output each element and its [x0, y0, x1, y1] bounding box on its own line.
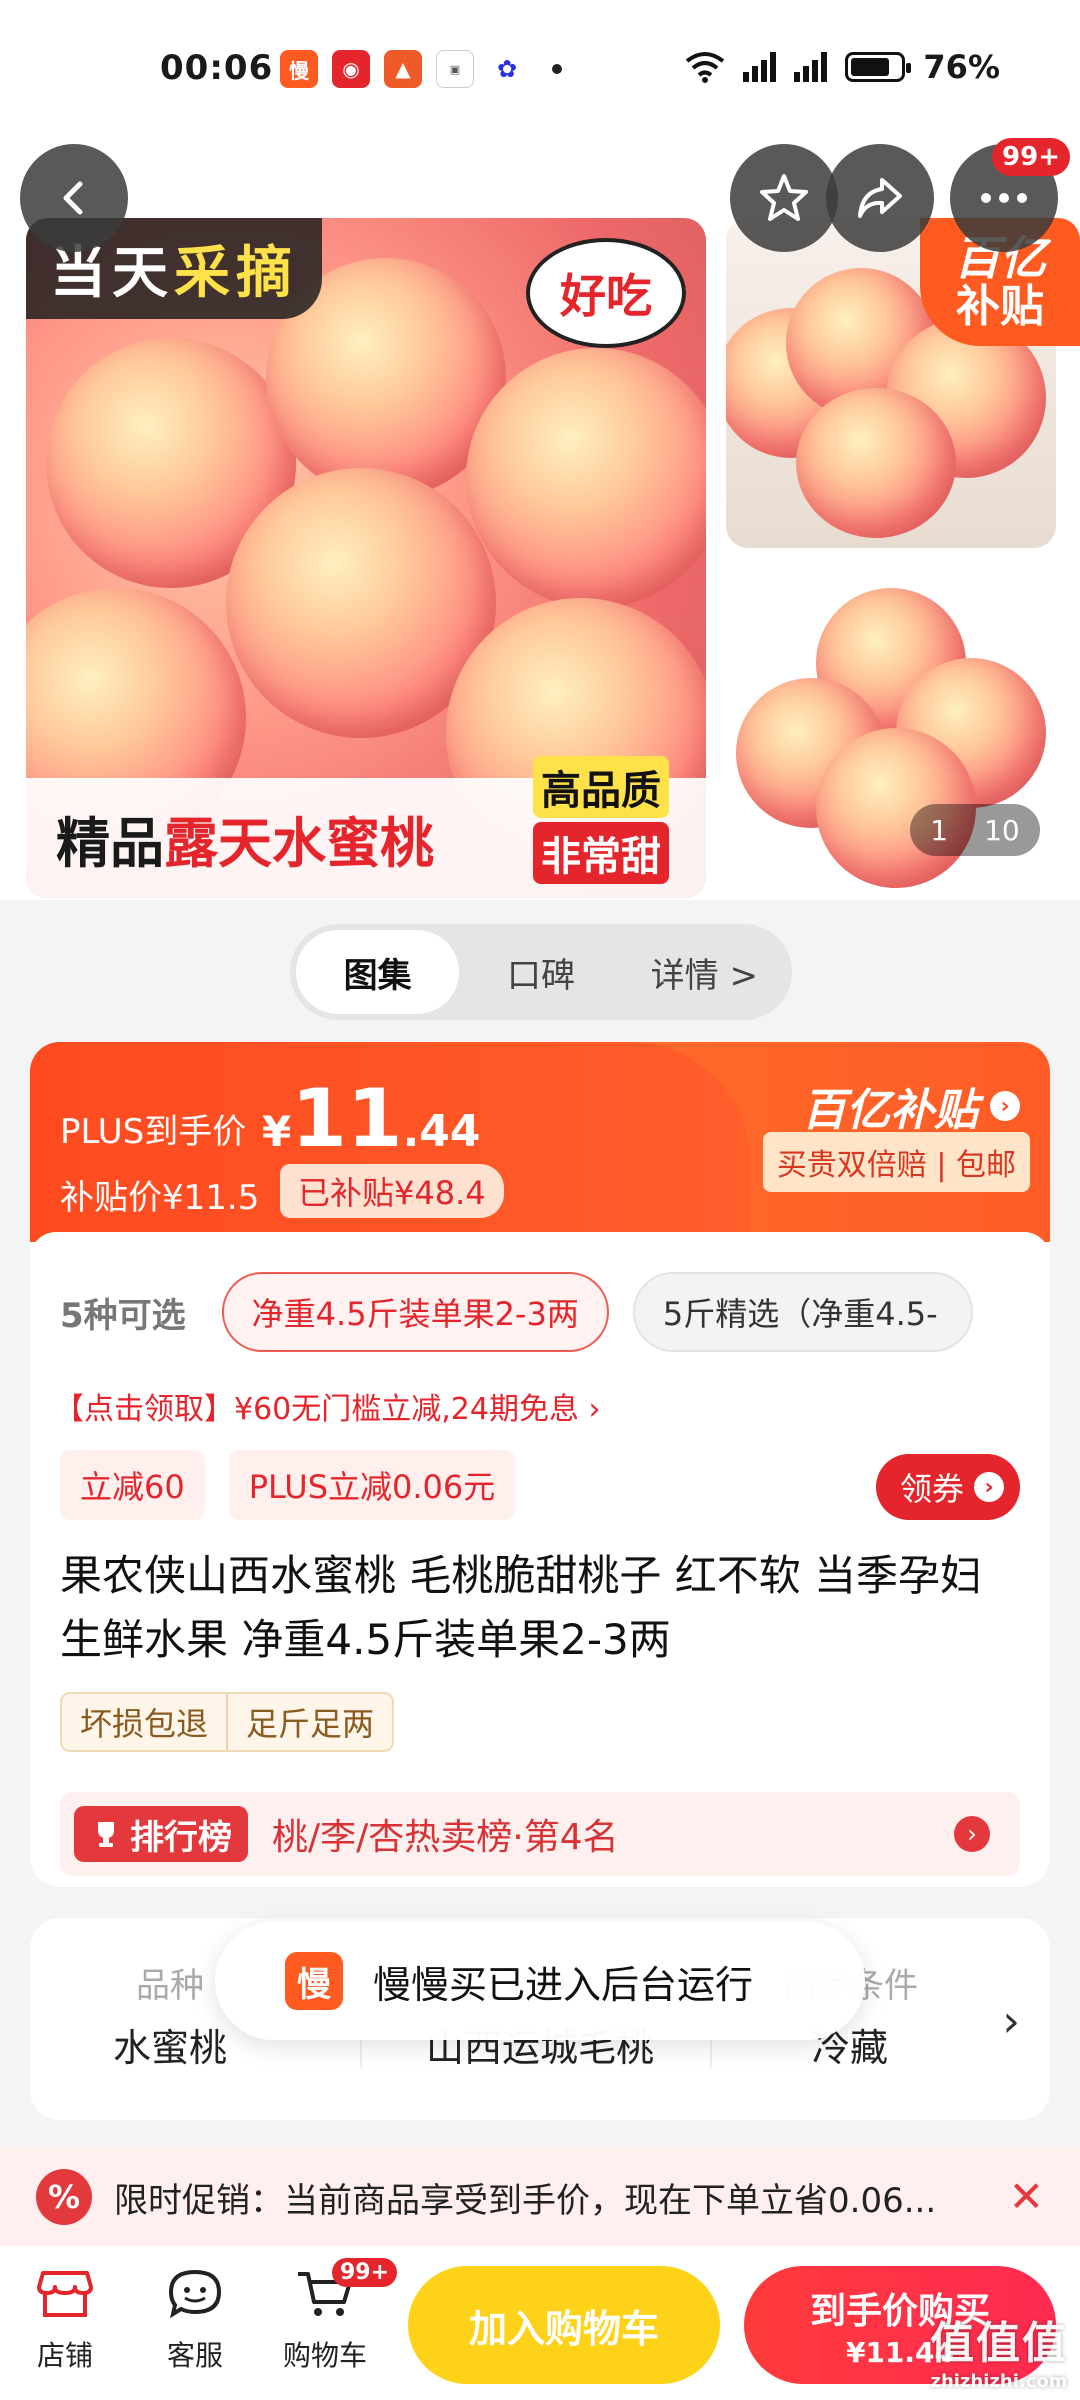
service-tag: 足斤足两	[226, 1694, 392, 1750]
subsidy-brand-link[interactable]: 百亿补贴 ›	[802, 1074, 1020, 1138]
image-gallery[interactable]: 当天采摘 好吃 精品 露天水蜜桃 高品质 非常甜 百亿 补贴 1 10 99+	[0, 138, 1080, 900]
share-icon	[858, 178, 902, 218]
peach-shape	[796, 388, 956, 538]
close-icon[interactable]: ✕	[1009, 2172, 1044, 2221]
back-button[interactable]	[20, 144, 128, 252]
product-title: 果农侠山西水蜜桃 毛桃脆甜桃子 红不软 当季孕妇生鲜水果 净重4.5斤装单果2-…	[60, 1551, 983, 1664]
cart-badge: 99+	[332, 2258, 398, 2287]
chevron-left-icon	[63, 181, 83, 215]
spec-count[interactable]: 5种可选	[60, 1288, 186, 1337]
chat-smile-icon	[168, 2269, 222, 2319]
chevron-right-icon: ›	[990, 1091, 1020, 1121]
signal-1-icon	[743, 52, 777, 82]
chevron-right-icon: ›	[974, 1472, 1004, 1502]
discount-tag: 立减60	[60, 1450, 205, 1520]
chevron-right-icon: ›	[954, 1816, 990, 1852]
message-badge: 99+	[992, 138, 1070, 176]
add-to-cart-button[interactable]: 加入购物车	[408, 2266, 720, 2384]
price-card: PLUS到手价 ¥11.44 补贴价¥11.5 已补贴¥48.4 百亿补贴 › 买…	[30, 1042, 1050, 1887]
plus-price: ¥11.44	[262, 1072, 481, 1165]
plus-discount-tag: PLUS立减0.06元	[228, 1450, 516, 1520]
ranking-row[interactable]: 排行榜 桃/李/杏热卖榜·第4名 ›	[60, 1792, 1020, 1876]
tab-reviews[interactable]: 口碑	[459, 930, 622, 1014]
store-icon	[37, 2271, 93, 2317]
spec-selector: 5种可选 净重4.5斤装单果2-3两 5斤精选（净重4.5-	[60, 1272, 973, 1352]
duck-notification-icon: ▲	[384, 50, 422, 88]
peach-shape	[466, 348, 706, 608]
tab-details[interactable]: 详情 >	[623, 930, 786, 1014]
tasty-burst-tag: 好吃	[526, 238, 686, 348]
status-time: 00:06	[160, 48, 274, 88]
cart-button[interactable]: 99+ 购物车	[270, 2258, 398, 2374]
service-tag: 坏损包退	[80, 1705, 209, 1743]
guarantee-tag: 买贵双倍赔 | 包邮	[762, 1132, 1030, 1192]
signal-2-icon	[794, 52, 828, 82]
subsidized-amount: 已补贴¥48.4	[280, 1164, 504, 1218]
favorite-button[interactable]	[730, 144, 838, 252]
promo-banner[interactable]: % 限时促销：当前商品享受到手价，现在下单立省0.06... ✕	[0, 2148, 1080, 2246]
ranking-text: 桃/李/杏热卖榜·第4名	[272, 1817, 619, 1858]
background-toast: 慢 慢慢买已进入后台运行	[215, 1922, 865, 2040]
more-dots-icon	[981, 193, 1027, 203]
service-tags[interactable]: 坏损包退 足斤足两	[60, 1692, 395, 1752]
toast-text: 慢慢买已进入后台运行	[373, 1962, 754, 2007]
plus-price-label: PLUS到手价	[60, 1112, 247, 1152]
status-bar: 00:06 慢 ◉ ▲ ▣ ✿ 76%	[0, 0, 1080, 140]
subsidy-price: 补贴价¥11.5	[60, 1178, 260, 1218]
price-header: PLUS到手价 ¥11.44 补贴价¥11.5 已补贴¥48.4 百亿补贴 › 买…	[30, 1042, 1050, 1242]
bot-notification-icon: ◉	[332, 50, 370, 88]
realme-notification-icon: ▣	[436, 50, 474, 88]
spec-option[interactable]: 5斤精选（净重4.5-	[632, 1272, 973, 1352]
chevron-right-icon: ›	[1002, 1996, 1020, 2047]
store-button[interactable]: 店铺	[10, 2268, 120, 2374]
promo-banner-text: 限时促销：当前商品享受到手价，现在下单立省0.06...	[114, 2180, 937, 2221]
wifi-icon	[686, 52, 725, 83]
bottom-action-bar: 店铺 客服 99+ 购物车 加入购物车 到手价购买 ¥11.44 值值值 zhi…	[0, 2246, 1080, 2400]
star-icon	[760, 174, 808, 221]
coupon-tags: 立减60 PLUS立减0.06元	[60, 1450, 516, 1520]
battery-percent: 76%	[923, 48, 1000, 86]
battery-icon	[845, 52, 912, 82]
percent-icon: %	[36, 2169, 92, 2225]
app-notification-icon: 慢	[280, 50, 318, 88]
main-product-image[interactable]: 当天采摘 好吃 精品 露天水蜜桃 高品质 非常甜	[26, 218, 706, 898]
spec-option-selected[interactable]: 净重4.5斤装单果2-3两	[221, 1272, 609, 1352]
product-info: 5种可选 净重4.5斤装单果2-3两 5斤精选（净重4.5- 【点击领取】¥60…	[30, 1232, 1050, 1887]
gallery-tabs-area: 图集 口碑 详情 >	[0, 900, 1080, 1050]
baidu-notification-icon: ✿	[488, 50, 526, 88]
app-icon: 慢	[285, 1952, 343, 2010]
more-notifications-dot	[552, 64, 562, 74]
gallery-tabs: 图集 口碑 详情 >	[290, 924, 792, 1020]
ranking-badge: 排行榜	[74, 1806, 248, 1862]
get-coupon-button[interactable]: 领券 ›	[875, 1454, 1020, 1520]
site-watermark: 值值值 zhizhizhi.com	[930, 2318, 1068, 2392]
share-button[interactable]	[826, 144, 934, 252]
quality-tag: 高品质 非常甜	[516, 756, 686, 884]
image-counter: 1 10	[910, 804, 1040, 856]
tab-gallery[interactable]: 图集	[296, 930, 460, 1014]
trophy-icon	[98, 1822, 114, 1847]
coupon-promo-link[interactable]: 【点击领取】¥60无门槛立减,24期免息 ›	[54, 1384, 601, 1428]
status-indicators: 76%	[685, 48, 1000, 86]
customer-service-button[interactable]: 客服	[140, 2268, 250, 2374]
